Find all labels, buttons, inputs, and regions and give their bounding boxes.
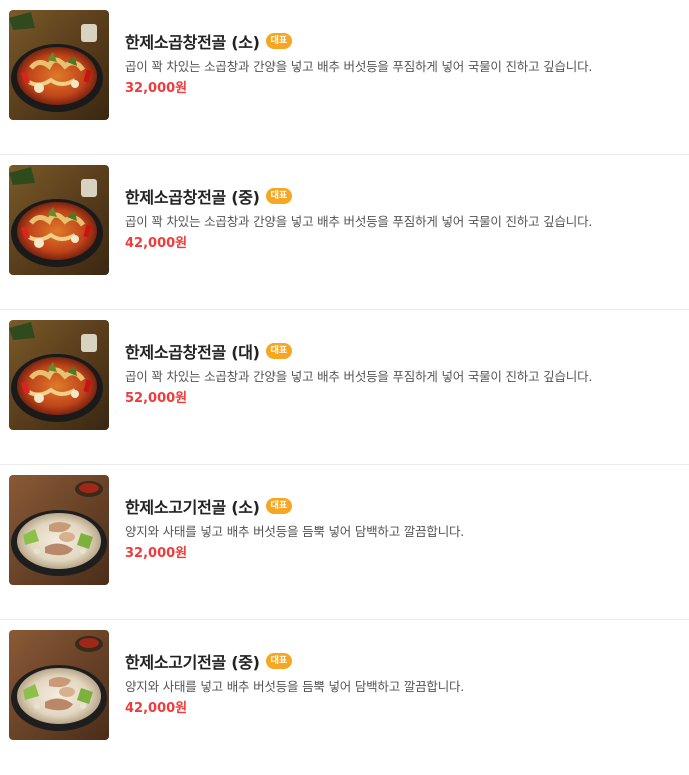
menu-item-name: 한제소고기전골 (소): [125, 498, 260, 517]
menu-item-description: 곱이 꽉 차있는 소곱창과 간양을 넣고 배추 버섯등을 푸짐하게 넣어 국물이…: [125, 214, 593, 229]
signature-badge: 대표: [265, 653, 293, 669]
signature-badge: 대표: [265, 188, 293, 204]
gopchang-jeongol-photo: [9, 165, 109, 275]
menu-item-price: 32,000원: [125, 546, 188, 561]
signature-badge: 대표: [265, 343, 293, 359]
menu-item[interactable]: 한제소고기전골 (중) 대표 양지와 사태를 넣고 배추 버섯등을 듬뿍 넣어 …: [0, 620, 689, 775]
menu-item-info: 한제소곱창전골 (중) 대표 곱이 꽉 차있는 소곱창과 간양을 넣고 배추 버…: [125, 185, 689, 253]
menu-item-info: 한제소고기전골 (중) 대표 양지와 사태를 넣고 배추 버섯등을 듬뿍 넣어 …: [125, 650, 689, 718]
menu-item-name: 한제소고기전골 (중): [125, 653, 260, 672]
menu-item-name: 한제소곱창전골 (중): [125, 188, 260, 207]
menu-item-info: 한제소곱창전골 (소) 대표 곱이 꽉 차있는 소곱창과 간양을 넣고 배추 버…: [125, 30, 689, 98]
signature-badge: 대표: [265, 33, 293, 49]
menu-item-name: 한제소곱창전골 (소): [125, 33, 260, 52]
sogogi-jeongol-photo: [9, 475, 109, 585]
menu-item-info: 한제소고기전골 (소) 대표 양지와 사태를 넣고 배추 버섯등을 듬뿍 넣어 …: [125, 495, 689, 563]
sogogi-jeongol-photo: [9, 630, 109, 740]
menu-item-price: 42,000원: [125, 701, 188, 716]
menu-item-price: 52,000원: [125, 391, 188, 406]
menu-item-price: 42,000원: [125, 236, 188, 251]
menu-item-name: 한제소곱창전골 (대): [125, 343, 260, 362]
menu-item[interactable]: 한제소곱창전골 (대) 대표 곱이 꽉 차있는 소곱창과 간양을 넣고 배추 버…: [0, 310, 689, 465]
menu-item-info: 한제소곱창전골 (대) 대표 곱이 꽉 차있는 소곱창과 간양을 넣고 배추 버…: [125, 340, 689, 408]
menu-item[interactable]: 한제소고기전골 (소) 대표 양지와 사태를 넣고 배추 버섯등을 듬뿍 넣어 …: [0, 465, 689, 620]
menu-list: 한제소곱창전골 (소) 대표 곱이 꽉 차있는 소곱창과 간양을 넣고 배추 버…: [0, 0, 689, 775]
menu-item-description: 양지와 사태를 넣고 배추 버섯등을 듬뿍 넣어 담백하고 깔끔합니다.: [125, 524, 465, 539]
menu-item-description: 곱이 꽉 차있는 소곱창과 간양을 넣고 배추 버섯등을 푸짐하게 넣어 국물이…: [125, 59, 593, 74]
gopchang-jeongol-photo: [9, 320, 109, 430]
menu-item[interactable]: 한제소곱창전골 (중) 대표 곱이 꽉 차있는 소곱창과 간양을 넣고 배추 버…: [0, 155, 689, 310]
signature-badge: 대표: [265, 498, 293, 514]
menu-item[interactable]: 한제소곱창전골 (소) 대표 곱이 꽉 차있는 소곱창과 간양을 넣고 배추 버…: [0, 0, 689, 155]
menu-item-description: 양지와 사태를 넣고 배추 버섯등을 듬뿍 넣어 담백하고 깔끔합니다.: [125, 679, 465, 694]
menu-item-description: 곱이 꽉 차있는 소곱창과 간양을 넣고 배추 버섯등을 푸짐하게 넣어 국물이…: [125, 369, 593, 384]
menu-item-price: 32,000원: [125, 81, 188, 96]
gopchang-jeongol-photo: [9, 10, 109, 120]
